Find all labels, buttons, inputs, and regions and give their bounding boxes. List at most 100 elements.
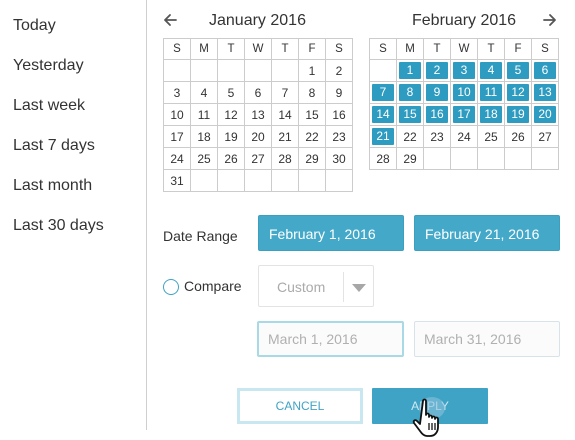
- calendar-day[interactable]: 5: [217, 81, 245, 104]
- calendar-day-selected[interactable]: 17: [450, 103, 478, 126]
- preset-last-7-days[interactable]: Last 7 days: [13, 137, 95, 155]
- calendar-day-selected[interactable]: 10: [450, 81, 478, 104]
- calendar-empty-cell: [423, 147, 451, 170]
- calendar-day-selected[interactable]: 20: [531, 103, 559, 126]
- compare-end-field[interactable]: March 31, 2016: [414, 321, 560, 357]
- calendar-day[interactable]: 15: [298, 103, 326, 126]
- calendar-week-row: 24 25 26 27 28 29 30: [163, 147, 353, 170]
- calendar-day[interactable]: 26: [504, 125, 532, 148]
- weekday-label: W: [450, 38, 478, 60]
- calendar-week-row: 17 18 19 20 21 22 23: [163, 125, 353, 148]
- calendar-day[interactable]: 25: [477, 125, 505, 148]
- calendar-day[interactable]: 16: [325, 103, 353, 126]
- calendar-day[interactable]: 20: [244, 125, 272, 148]
- calendar-day[interactable]: 23: [325, 125, 353, 148]
- calendar-day[interactable]: 1: [298, 59, 326, 82]
- calendar-day-selected[interactable]: 11: [477, 81, 505, 104]
- calendar-day[interactable]: 3: [163, 81, 191, 104]
- calendar-day-selected[interactable]: 19: [504, 103, 532, 126]
- weekday-label: S: [369, 38, 397, 60]
- calendar-week-row: 12: [163, 59, 353, 82]
- calendar-day-selected[interactable]: 15: [396, 103, 424, 126]
- calendar-empty-cell: [504, 147, 532, 170]
- weekday-label: T: [217, 38, 245, 60]
- calendar-empty-cell: [271, 59, 299, 82]
- calendar-day[interactable]: 8: [298, 81, 326, 104]
- calendar-day[interactable]: 28: [271, 147, 299, 170]
- calendar-day[interactable]: 4: [190, 81, 218, 104]
- weekday-label: T: [271, 38, 299, 60]
- calendar-day[interactable]: 29: [396, 147, 424, 170]
- calendar-day[interactable]: 26: [217, 147, 245, 170]
- weekday-label: F: [298, 38, 326, 60]
- calendar-day[interactable]: 31: [163, 169, 191, 192]
- calendar-empty-cell: [244, 59, 272, 82]
- arrow-left-icon[interactable]: [162, 12, 178, 28]
- weekday-label: S: [325, 38, 353, 60]
- calendar-day-selected[interactable]: 13: [531, 81, 559, 104]
- calendar-january: S M T W T F S 1 2 3 4 5 6 7 8 9 10 11 12 13 14 15 16 17 18 19 20 21…: [163, 38, 353, 192]
- preset-yesterday[interactable]: Yesterday: [13, 57, 84, 75]
- calendar-day[interactable]: 30: [325, 147, 353, 170]
- calendar-day[interactable]: 7: [271, 81, 299, 104]
- calendar-day[interactable]: 24: [163, 147, 191, 170]
- calendar-day[interactable]: 27: [531, 125, 559, 148]
- calendar-empty-cell: [163, 59, 191, 82]
- calendar-day[interactable]: 22: [396, 125, 424, 148]
- calendar-day[interactable]: 27: [244, 147, 272, 170]
- preset-last-week[interactable]: Last week: [13, 97, 85, 115]
- calendar-day-selected[interactable]: 3: [450, 59, 478, 82]
- calendar-day-selected[interactable]: 4: [477, 59, 505, 82]
- calendar-day[interactable]: 23: [423, 125, 451, 148]
- preset-last-30-days[interactable]: Last 30 days: [13, 217, 104, 235]
- compare-radio[interactable]: [163, 279, 179, 295]
- weekday-label: S: [531, 38, 559, 60]
- calendar-day-selected[interactable]: 5: [504, 59, 532, 82]
- calendar-day-selected[interactable]: 7: [369, 81, 397, 104]
- calendar-day[interactable]: 14: [271, 103, 299, 126]
- calendar-day[interactable]: 24: [450, 125, 478, 148]
- calendar-day-selected[interactable]: 18: [477, 103, 505, 126]
- date-range-start-button[interactable]: February 1, 2016: [258, 215, 404, 251]
- calendar-day[interactable]: 6: [244, 81, 272, 104]
- calendar-week-row: 21 22 23 24 25 26 27: [369, 125, 559, 148]
- compare-start-field[interactable]: March 1, 2016: [257, 321, 404, 357]
- apply-button[interactable]: APPLY: [372, 388, 488, 424]
- calendar-day[interactable]: 28: [369, 147, 397, 170]
- calendar-day-selected[interactable]: 16: [423, 103, 451, 126]
- calendar-day[interactable]: 13: [244, 103, 272, 126]
- cancel-button[interactable]: CANCEL: [237, 388, 363, 424]
- calendar-day[interactable]: 18: [190, 125, 218, 148]
- calendar-day[interactable]: 17: [163, 125, 191, 148]
- calendar-day[interactable]: 21: [271, 125, 299, 148]
- preset-last-month[interactable]: Last month: [13, 177, 92, 195]
- right-month-title: February 2016: [412, 12, 517, 29]
- calendar-day-selected[interactable]: 1: [396, 59, 424, 82]
- calendar-day[interactable]: 22: [298, 125, 326, 148]
- calendar-day[interactable]: 9: [325, 81, 353, 104]
- calendar-day[interactable]: 25: [190, 147, 218, 170]
- calendar-day-selected[interactable]: 8: [396, 81, 424, 104]
- compare-period-select[interactable]: Custom: [258, 265, 374, 307]
- calendar-day-selected[interactable]: 9: [423, 81, 451, 104]
- calendar-empty-cell: [190, 169, 218, 192]
- calendar-day-selected[interactable]: 21: [369, 125, 397, 148]
- calendar-day-selected[interactable]: 14: [369, 103, 397, 126]
- calendar-empty-cell: [369, 59, 397, 82]
- calendar-day-selected[interactable]: 6: [531, 59, 559, 82]
- arrow-right-icon[interactable]: [542, 12, 558, 28]
- calendar-day-selected[interactable]: 12: [504, 81, 532, 104]
- calendar-day[interactable]: 29: [298, 147, 326, 170]
- calendar-day[interactable]: 11: [190, 103, 218, 126]
- calendar-day-selected[interactable]: 2: [423, 59, 451, 82]
- weekday-label: S: [163, 38, 191, 60]
- calendar-day[interactable]: 19: [217, 125, 245, 148]
- calendar-day[interactable]: 12: [217, 103, 245, 126]
- date-range-end-button[interactable]: February 21, 2016: [414, 215, 560, 251]
- calendar-week-row: 28 29: [369, 147, 559, 170]
- preset-today[interactable]: Today: [13, 17, 56, 35]
- calendar-day[interactable]: 2: [325, 59, 353, 82]
- calendar-day[interactable]: 10: [163, 103, 191, 126]
- calendar-empty-cell: [244, 169, 272, 192]
- compare-period-value: Custom: [277, 279, 326, 295]
